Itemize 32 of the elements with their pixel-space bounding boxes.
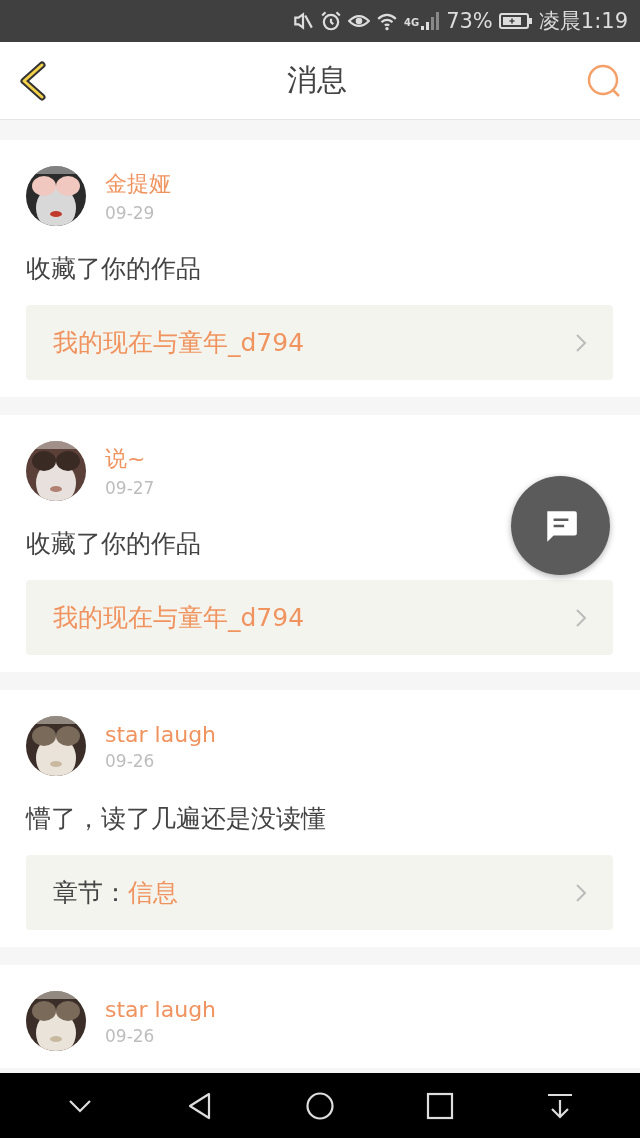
mute-icon: [291, 10, 314, 32]
user-name[interactable]: star laugh: [105, 721, 217, 747]
battery-icon: [498, 12, 533, 30]
clock: 凌晨1:19: [538, 8, 628, 35]
user-name[interactable]: 说~: [105, 444, 155, 474]
message-date: 09-27: [105, 478, 155, 498]
page-title: 消息: [287, 61, 347, 99]
message-text: 收藏了你的作品: [26, 528, 202, 560]
message-text: 收藏了你的作品: [26, 253, 202, 285]
chevron-right-icon: [575, 332, 587, 353]
user-name[interactable]: 金提娅: [105, 169, 171, 199]
linked-item[interactable]: 我的现在与童年_d794: [26, 580, 613, 655]
linked-title: 我的现在与童年_d794: [53, 602, 306, 634]
linked-item[interactable]: 章节：信息: [26, 855, 613, 930]
message-date: 09-29: [105, 203, 156, 223]
recents-icon[interactable]: [425, 1090, 455, 1121]
linked-title: 我的现在与童年_d794: [53, 327, 306, 359]
network-label: 4G: [403, 17, 420, 28]
chevron-right-icon: [575, 882, 587, 903]
signal-icon: [420, 11, 441, 31]
linked-title: 信息: [128, 877, 179, 909]
linked-item[interactable]: 我的现在与童年_d794: [26, 305, 613, 380]
message-date: 09-26: [105, 1025, 156, 1046]
message-date: 09-26: [105, 750, 156, 771]
home-icon[interactable]: [305, 1090, 335, 1121]
back-icon[interactable]: [18, 59, 48, 102]
alarm-icon: [319, 10, 342, 32]
battery-percent: 73%: [446, 9, 493, 33]
user-name[interactable]: star laugh: [105, 996, 217, 1022]
chevron-right-icon: [575, 607, 587, 628]
chapter-label: 章节：: [53, 877, 128, 909]
message-text: 懵了，读了几遍还是没读懂: [26, 803, 327, 835]
